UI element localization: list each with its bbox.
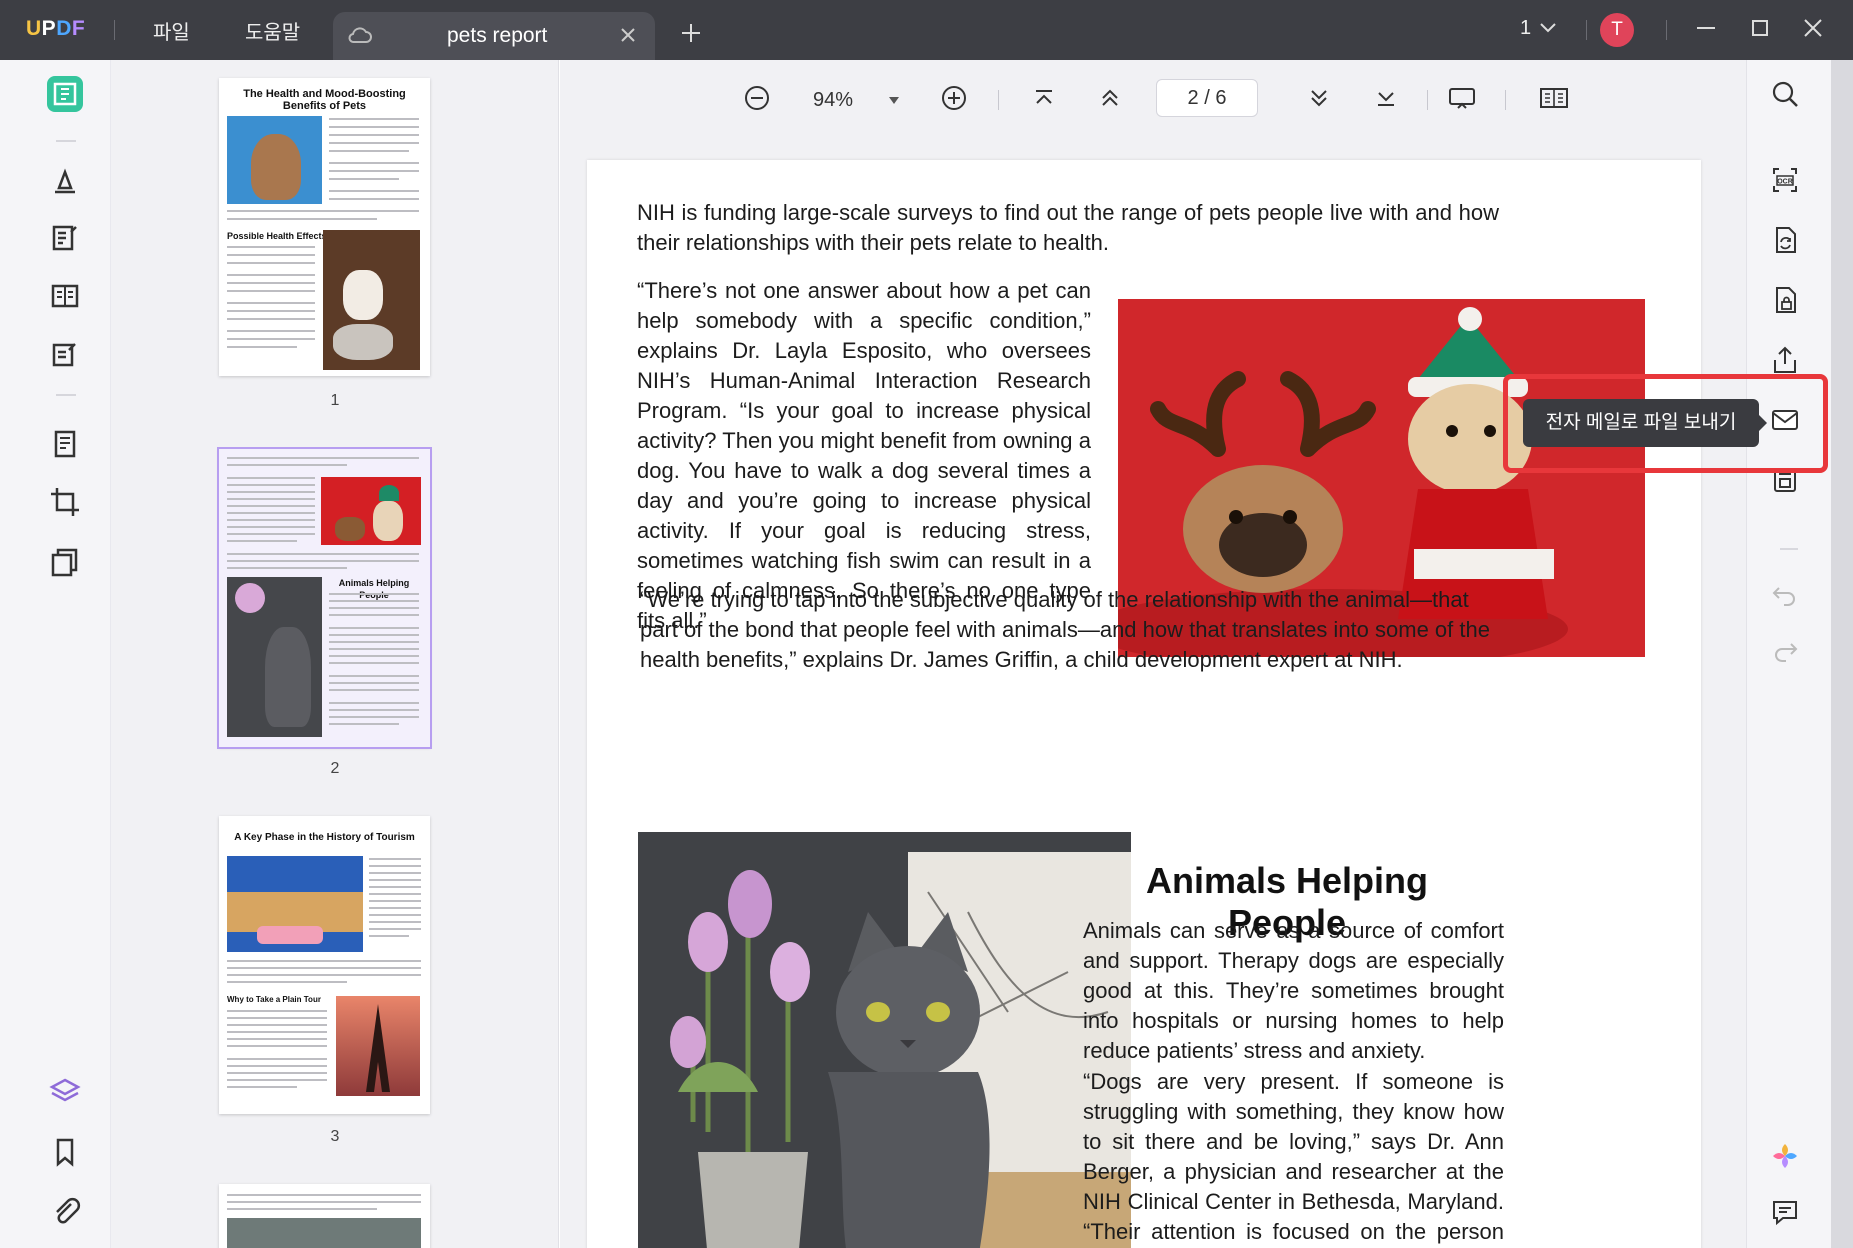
zoom-level[interactable]: 94% bbox=[813, 89, 853, 112]
zoom-in-icon[interactable] bbox=[938, 82, 970, 119]
divider bbox=[56, 140, 76, 142]
page-selector[interactable]: 1 bbox=[1520, 17, 1531, 40]
comment-icon[interactable] bbox=[47, 164, 83, 200]
close-tab-icon[interactable] bbox=[617, 24, 639, 51]
convert-icon[interactable] bbox=[1769, 224, 1801, 261]
document-viewport[interactable]: NIH is funding large-scale surveys to fi… bbox=[560, 160, 1746, 1248]
presentation-icon[interactable] bbox=[1446, 82, 1478, 119]
view-toolbar: 94% 2 / 6 bbox=[560, 60, 1746, 160]
title-bar: UPDF 파일 도움말 pets report 1 T bbox=[0, 0, 1853, 60]
ocr-icon[interactable]: OCR bbox=[1769, 164, 1801, 201]
dog-photo-thumbnail bbox=[323, 230, 420, 370]
close-window-icon[interactable] bbox=[1801, 16, 1825, 45]
next-page-icon[interactable] bbox=[1303, 82, 1335, 119]
maximize-icon[interactable] bbox=[1748, 16, 1772, 45]
divider bbox=[1427, 90, 1428, 110]
page-thumbnail-4[interactable] bbox=[219, 1184, 430, 1248]
crop-icon[interactable] bbox=[47, 484, 83, 520]
page-number-input[interactable]: 2 / 6 bbox=[1156, 79, 1258, 117]
attachment-icon[interactable] bbox=[47, 1192, 83, 1228]
dog-photo-thumbnail bbox=[321, 477, 421, 545]
tab-title: pets report bbox=[447, 24, 548, 47]
edit-pdf-icon[interactable] bbox=[47, 220, 83, 256]
annotation-highlight-box bbox=[1503, 374, 1828, 473]
minimize-icon[interactable] bbox=[1694, 16, 1718, 45]
batch-icon[interactable] bbox=[47, 544, 83, 580]
protect-icon[interactable] bbox=[1769, 284, 1801, 321]
first-page-icon[interactable] bbox=[1028, 82, 1060, 119]
cat-photo-thumbnail bbox=[227, 577, 322, 737]
divider bbox=[998, 90, 999, 110]
thumbnail-title: The Health and Mood-Boosting Benefits of… bbox=[243, 88, 406, 112]
thumbnail-subheading: Animals Helping People bbox=[338, 578, 410, 600]
organize-pages-icon[interactable] bbox=[47, 426, 83, 462]
last-page-icon[interactable] bbox=[1370, 82, 1402, 119]
add-tab-icon[interactable] bbox=[680, 22, 702, 49]
zoom-out-icon[interactable] bbox=[741, 82, 773, 119]
avatar[interactable]: T bbox=[1600, 13, 1634, 47]
page-thumbnail-2[interactable]: Animals Helping People bbox=[217, 447, 432, 749]
redo-icon[interactable] bbox=[1769, 634, 1801, 671]
paragraph: “Dogs are very present. If someone is st… bbox=[1083, 1069, 1504, 1244]
svg-text:OCR: OCR bbox=[1777, 179, 1793, 186]
divider bbox=[1505, 90, 1506, 110]
paragraph: NIH is funding large-scale surveys to fi… bbox=[637, 200, 1499, 255]
divider bbox=[1586, 20, 1587, 40]
form-icon[interactable] bbox=[47, 336, 83, 372]
page-thumbnail-1[interactable]: The Health and Mood-Boosting Benefits of… bbox=[219, 78, 430, 376]
document-tab[interactable]: pets report bbox=[333, 12, 655, 60]
paragraph: Animals can serve as a source of comfort… bbox=[1083, 918, 1504, 1063]
window-edge bbox=[1831, 60, 1853, 1248]
page-number-label: 2 bbox=[330, 760, 340, 777]
paragraph: “There’s not one answer about how a pet … bbox=[637, 278, 1091, 633]
divider bbox=[1780, 548, 1798, 550]
left-tool-rail bbox=[0, 60, 111, 1248]
search-icon[interactable] bbox=[1769, 78, 1801, 115]
paragraph: “We’re trying to tap into the subjective… bbox=[640, 587, 1490, 672]
updf-ai-icon[interactable] bbox=[1769, 1140, 1801, 1177]
page-thumbnail-3[interactable]: A Key Phase in the History of Tourism Wh… bbox=[219, 816, 430, 1114]
cat-photo-thumbnail bbox=[227, 116, 322, 204]
cat-with-tulips-image bbox=[638, 832, 1131, 1248]
page-view-icon[interactable] bbox=[1538, 82, 1570, 119]
updf-logo: UPDF bbox=[26, 17, 86, 40]
zoom-dropdown-icon[interactable] bbox=[887, 93, 901, 111]
havana-photo-thumbnail bbox=[227, 856, 363, 952]
page-number-label: 1 bbox=[330, 392, 340, 409]
divider bbox=[114, 20, 115, 40]
right-tool-rail: OCR bbox=[1746, 60, 1831, 1248]
thumbnail-title: A Key Phase in the History of Tourism bbox=[234, 832, 415, 843]
chevron-down-icon[interactable] bbox=[1539, 21, 1557, 40]
thumbnail-subheading: Possible Health Effects bbox=[227, 231, 327, 241]
reader-icon[interactable] bbox=[47, 76, 83, 112]
thumbnail-subheading: Why to Take a Plain Tour bbox=[227, 995, 321, 1004]
bookmark-icon[interactable] bbox=[47, 1134, 83, 1170]
eiffel-photo-thumbnail bbox=[336, 996, 420, 1096]
comments-panel-icon[interactable] bbox=[1769, 1196, 1801, 1233]
divider bbox=[56, 394, 76, 396]
page-number-label: 3 bbox=[330, 1128, 340, 1145]
page-layout-icon[interactable] bbox=[47, 278, 83, 314]
cloud-icon bbox=[347, 24, 373, 51]
divider bbox=[1666, 20, 1667, 40]
menu-help[interactable]: 도움말 bbox=[245, 16, 300, 45]
undo-icon[interactable] bbox=[1769, 578, 1801, 615]
previous-page-icon[interactable] bbox=[1094, 82, 1126, 119]
thumbnail-panel: The Health and Mood-Boosting Benefits of… bbox=[111, 60, 559, 1248]
pdf-page-2: NIH is funding large-scale surveys to fi… bbox=[587, 160, 1701, 1248]
layers-icon[interactable] bbox=[47, 1074, 83, 1110]
menu-file[interactable]: 파일 bbox=[153, 16, 190, 45]
